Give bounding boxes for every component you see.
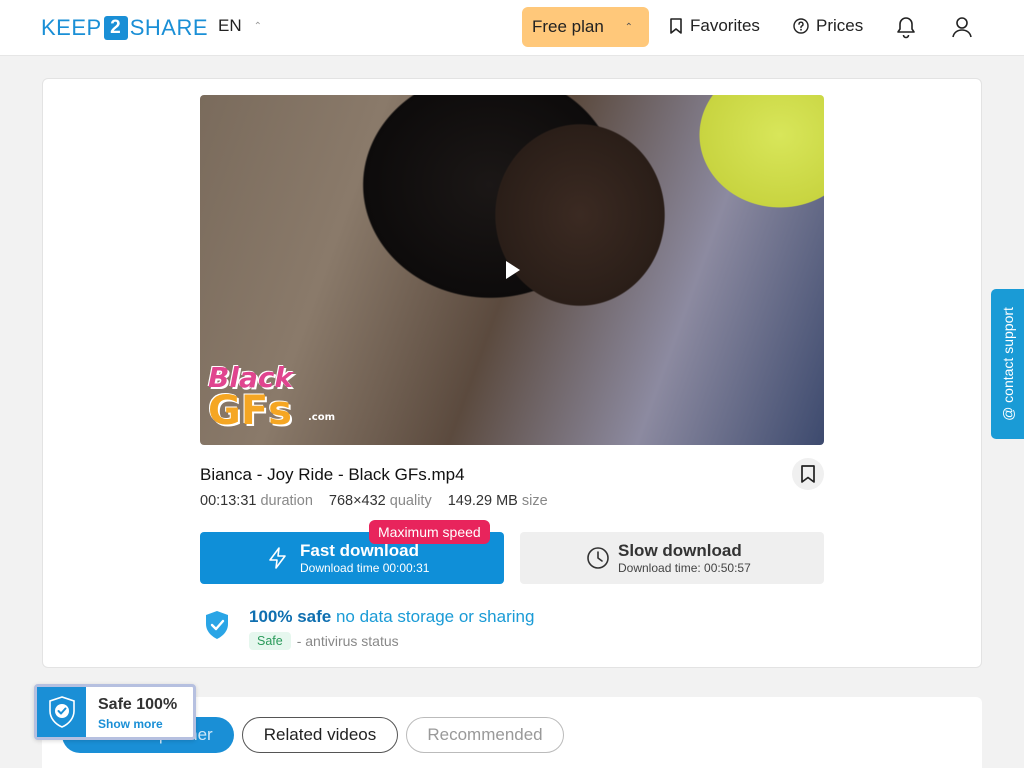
quality-label: quality (389, 493, 432, 509)
safe-widget-show-more-link[interactable]: Show more (98, 717, 163, 731)
quality-value: 768×432 (328, 493, 386, 509)
language-label: EN (218, 16, 242, 35)
safety-headline: 100% safe no data storage or sharing (249, 607, 534, 627)
video-preview[interactable]: Black GFs .com (200, 95, 824, 445)
bell-icon[interactable] (895, 15, 917, 39)
slow-download-button[interactable]: Slow download Download time: 00:50:57 (520, 532, 824, 584)
logo-text-keep: KEEP (41, 15, 102, 40)
size-meta: 149.29 MB size (448, 493, 548, 509)
antivirus-status-label: - antivirus status (296, 633, 399, 649)
fast-download-time: Download time 00:00:31 (300, 561, 430, 575)
watermark-domain: .com (308, 412, 336, 423)
slow-download-title: Slow download (618, 541, 742, 560)
antivirus-safe-badge: Safe (249, 632, 291, 650)
question-circle-icon (793, 18, 809, 34)
video-watermark-logo: Black GFs .com (208, 364, 335, 434)
size-value: 149.29 MB (447, 493, 518, 509)
safe-widget-title: Safe 100% (98, 696, 178, 713)
logo-text-2: 2 (103, 16, 128, 40)
file-name: Bianca - Joy Ride - Black GFs.mp4 (200, 465, 465, 484)
logo-text-share: SHARE (129, 15, 208, 40)
user-icon[interactable] (951, 15, 973, 39)
tab-recommended[interactable]: Recommended (406, 717, 564, 753)
safety-headline-bold: 100% safe (249, 607, 332, 626)
prices-link[interactable]: Prices (793, 16, 863, 36)
slow-download-time: Download time: 00:50:57 (618, 561, 751, 575)
language-selector[interactable]: EN ⌃ (218, 16, 262, 36)
chevron-up-icon: ⌃ (624, 21, 633, 33)
duration-meta: 00:13:31 duration (200, 493, 313, 509)
prices-label: Prices (816, 16, 864, 35)
free-plan-label: Free plan (532, 17, 604, 36)
duration-label: duration (260, 493, 313, 509)
quality-meta: 768×432 quality (329, 493, 432, 509)
safe-100-widget[interactable]: Safe 100% Show more (34, 684, 196, 740)
duration-value: 00:13:31 (200, 493, 257, 509)
favorites-label: Favorites (690, 16, 760, 35)
chevron-up-icon: ⌃ (253, 20, 263, 32)
shield-check-icon (49, 696, 75, 728)
antivirus-status: Safe - antivirus status (249, 632, 399, 650)
free-plan-button[interactable]: Free plan ⌃ (522, 7, 649, 47)
size-label: size (521, 493, 548, 509)
safe-widget-icon-area (37, 687, 86, 737)
site-logo[interactable]: KEEP 2 SHARE (41, 15, 208, 41)
play-icon[interactable] (506, 261, 520, 279)
shield-check-icon (206, 611, 228, 639)
contact-support-label: @ contact support (999, 307, 1016, 421)
tab-related-videos[interactable]: Related videos (242, 717, 398, 753)
add-to-favorites-button[interactable] (792, 458, 824, 490)
top-header: KEEP 2 SHARE EN ⌃ Free plan ⌃ Favorites … (0, 0, 1024, 56)
bookmark-icon (670, 18, 682, 34)
fast-download-title: Fast download (300, 541, 419, 560)
lightning-icon (269, 547, 286, 569)
safety-headline-rest: no data storage or sharing (335, 607, 535, 626)
clock-icon (587, 547, 609, 569)
watermark-line2: GFs (208, 387, 292, 434)
contact-support-tab[interactable]: @ contact support (991, 289, 1024, 439)
favorites-link[interactable]: Favorites (669, 16, 760, 36)
max-speed-badge: Maximum speed (369, 520, 490, 544)
bookmark-icon (801, 465, 815, 483)
file-meta: 00:13:31 duration 768×432 quality 149.29… (200, 493, 548, 509)
